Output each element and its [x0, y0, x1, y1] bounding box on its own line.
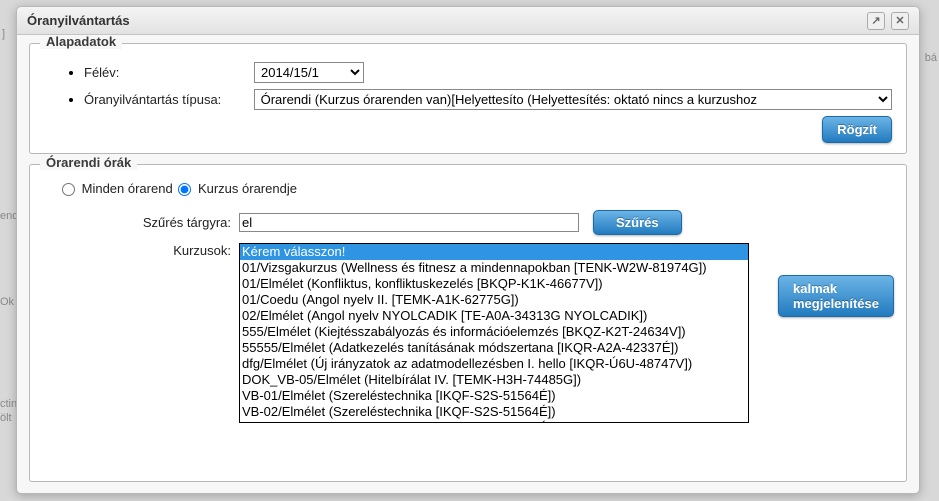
label-type: Óranyilvántartás típusa: — [84, 92, 254, 107]
radio-course-input[interactable] — [178, 183, 191, 196]
show-occasions-button[interactable]: kalmak megjelenítése — [778, 275, 894, 317]
kurzus-option[interactable]: dfg/Elmélet (Új irányzatok az adatmodell… — [240, 356, 748, 372]
radio-all-timetables[interactable]: Minden órarend — [62, 181, 176, 196]
kurzus-option[interactable]: 01/Coedu (Angol nyelv II. [TEMK-A1K-6277… — [240, 292, 748, 308]
kurzus-option[interactable]: 02/Elmélet (Angol nyelv NYOLCADIK [TE-A0… — [240, 308, 748, 324]
bg-text: ölt — [0, 412, 12, 424]
kurzus-option[interactable]: DOK_VB-05/Elmélet (Hitelbírálat IV. [TEM… — [240, 372, 748, 388]
kurzus-option[interactable]: 01/Elmélet (Konfliktus, konfliktuskezelé… — [240, 276, 748, 292]
kurzus-option[interactable]: 555/Elmélet (Kiejtésszabályozás és infor… — [240, 324, 748, 340]
window-title: Óranyilvántartás — [27, 7, 130, 35]
bg-text: ctin — [0, 398, 17, 410]
kurzus-option[interactable]: VB-01/Elmélet (Szereléstechnika [IKQF-S2… — [240, 388, 748, 404]
expand-icon[interactable]: ↗ — [867, 12, 885, 30]
bg-text: bá — [925, 52, 937, 64]
label-filter: Szűrés tárgyra: — [44, 215, 239, 230]
label-semester: Félév: — [84, 65, 254, 80]
radio-all-label: Minden órarend — [82, 181, 173, 196]
semester-select[interactable]: 2014/15/1 — [254, 62, 364, 83]
save-button[interactable]: Rögzít — [822, 116, 892, 143]
type-select[interactable]: Órarendi (Kurzus órarenden van)[Helyette… — [254, 89, 892, 110]
kurzus-option[interactable]: 55555/Elmélet (Adatkezelés tanításának m… — [240, 340, 748, 356]
kurzus-option[interactable]: VB-05/Elmélet (Szereléstechnika [IKQF-S2… — [240, 420, 748, 423]
legend-orarendi: Órarendi órák — [40, 155, 137, 170]
kurzus-option[interactable]: VB-02/Elmélet (Szereléstechnika [IKQF-S2… — [240, 404, 748, 420]
modal-window: Óranyilvántartás ↗ ✕ Alapadatok Félév: 2… — [16, 6, 920, 494]
close-icon[interactable]: ✕ — [891, 12, 909, 30]
radio-course-timetable[interactable]: Kurzus órarendje — [178, 181, 297, 196]
radio-course-label: Kurzus órarendje — [198, 181, 297, 196]
fieldset-orarendi-orak: Órarendi órák Minden órarend Kurzus órar… — [29, 164, 907, 482]
label-kurzusok: Kurzusok: — [44, 243, 239, 258]
fieldset-alapadatok: Alapadatok Félév: 2014/15/1 Óranyilvánta… — [29, 43, 907, 154]
legend-alapadatok: Alapadatok — [40, 35, 122, 49]
kurzus-option[interactable]: Kérem válasszon! — [240, 244, 748, 260]
radio-all-input[interactable] — [62, 183, 75, 196]
filter-button[interactable]: Szűrés — [593, 210, 682, 235]
bg-text: ] — [2, 28, 5, 40]
kurzus-listbox[interactable]: Kérem válasszon!01/Vizsgakurzus (Wellnes… — [239, 243, 749, 423]
filter-input[interactable] — [239, 213, 579, 232]
bg-text: Ok — [0, 296, 14, 308]
titlebar: Óranyilvántartás ↗ ✕ — [17, 7, 919, 35]
kurzus-option[interactable]: 01/Vizsgakurzus (Wellness és fitnesz a m… — [240, 260, 748, 276]
